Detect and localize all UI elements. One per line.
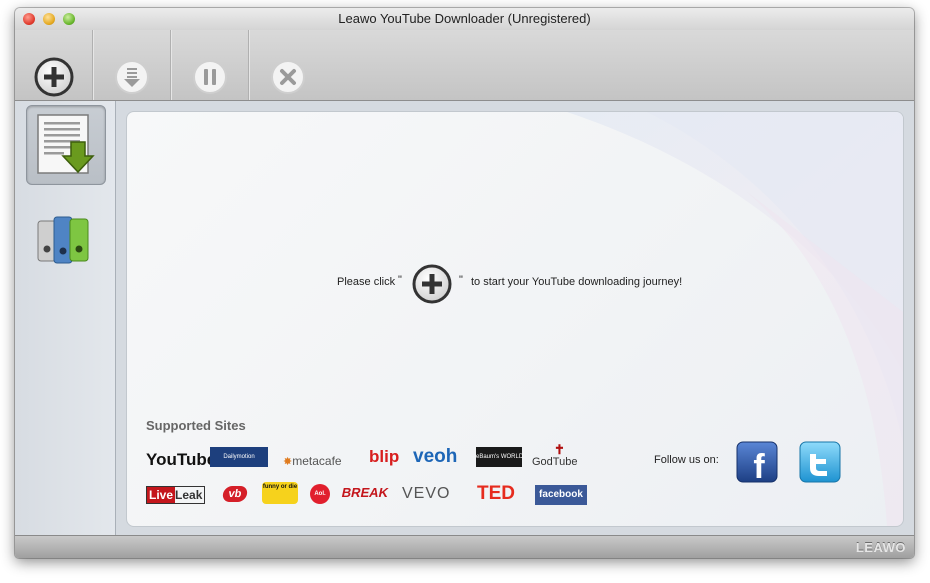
aol-logo: Aol.: [310, 484, 330, 504]
close-icon: [271, 60, 305, 94]
facebook-logo: facebook: [535, 485, 587, 505]
ebaumsworld-logo: eBaum's WORLD: [476, 447, 523, 467]
liveleak-logo: Live Leak: [146, 486, 206, 504]
plus-icon: [34, 57, 74, 97]
facebook-follow-button[interactable]: f: [733, 438, 781, 486]
app-window: Leawo YouTube Downloader (Unregistered): [15, 8, 914, 558]
toolbar: [15, 30, 914, 101]
cancel-button[interactable]: [249, 30, 326, 100]
facebook-icon: f: [736, 441, 778, 486]
metacafe-mark: ✸: [283, 456, 293, 468]
prompt-quote-close: ": [459, 274, 463, 286]
leawo-brand-logo: LEAWO: [855, 540, 906, 555]
close-window-button[interactable]: [23, 13, 35, 25]
sidebar: [15, 101, 116, 535]
download-document-icon: [37, 114, 95, 174]
youtube-logo: YouTube: [146, 451, 216, 468]
cross-icon: ✝: [554, 442, 565, 457]
metacafe-label: metacafe: [292, 454, 342, 468]
prompt-quote-open: ": [398, 274, 402, 286]
sidebar-item-downloading[interactable]: [26, 105, 106, 185]
facebook-letter: f: [753, 448, 765, 486]
supported-sites-title: Supported Sites: [146, 418, 246, 433]
twitter-icon: [799, 441, 841, 483]
window-title: Leawo YouTube Downloader (Unregistered): [338, 11, 591, 26]
liveleak-live: Live: [147, 487, 176, 503]
vevo-logo: VEVO: [402, 485, 451, 502]
zoom-window-button[interactable]: [63, 13, 75, 25]
title-bar: Leawo YouTube Downloader (Unregistered): [15, 8, 914, 30]
minimize-window-button[interactable]: [43, 13, 55, 25]
break-logo: BREAK: [340, 485, 390, 500]
metacafe-logo: ✸metacafe: [283, 455, 342, 468]
blip-logo: blip: [369, 447, 400, 466]
twitter-follow-button[interactable]: [796, 438, 844, 486]
library-binders-icon: [37, 216, 89, 264]
download-button[interactable]: [93, 30, 171, 100]
download-icon: [115, 60, 149, 94]
sidebar-item-library[interactable]: [26, 205, 104, 283]
main-panel: Please click " " to start your YouTube d…: [126, 111, 904, 527]
status-bar: LEAWO: [15, 535, 914, 558]
godtube-logo: GodTube: [532, 456, 578, 468]
dailymotion-logo: Dailymotion: [210, 447, 268, 467]
prompt-text-after: to start your YouTube downloading journe…: [471, 276, 683, 288]
prompt-text-before: Please click: [337, 276, 396, 288]
ted-logo: TED: [477, 483, 515, 504]
pause-button[interactable]: [171, 30, 249, 100]
add-url-button[interactable]: [15, 30, 93, 100]
veoh-logo: veoh: [413, 446, 458, 467]
start-prompt: Please click " " to start your YouTube d…: [337, 264, 697, 304]
liveleak-leak: Leak: [175, 488, 203, 502]
follow-us-label: Follow us on:: [654, 454, 719, 466]
pause-icon: [193, 60, 227, 94]
funnyordie-logo: funny or die: [262, 482, 298, 504]
youtube-label: YouTube: [146, 450, 217, 469]
plus-icon: [412, 264, 452, 304]
